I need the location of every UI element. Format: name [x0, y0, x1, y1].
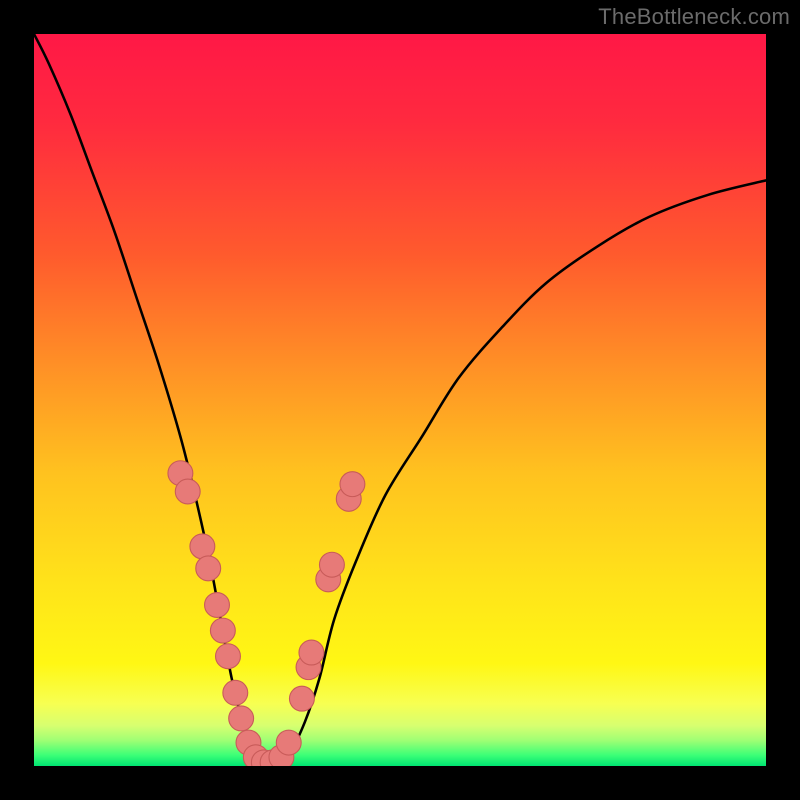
curve-marker [289, 686, 314, 711]
curve-marker [196, 556, 221, 581]
curve-marker [210, 618, 235, 643]
plot-area [34, 34, 766, 766]
curve-marker [340, 472, 365, 497]
curve-marker [276, 730, 301, 755]
chart-stage: TheBottleneck.com [0, 0, 800, 800]
curve-marker [229, 706, 254, 731]
curve-marker [205, 593, 230, 618]
curve-marker [223, 680, 248, 705]
curve-marker [319, 552, 344, 577]
plot-svg [34, 34, 766, 766]
bottleneck-curve [34, 34, 766, 764]
curve-marker [216, 644, 241, 669]
curve-marker [175, 479, 200, 504]
curve-marker [299, 640, 324, 665]
attribution-label: TheBottleneck.com [598, 4, 790, 30]
curve-marker [190, 534, 215, 559]
